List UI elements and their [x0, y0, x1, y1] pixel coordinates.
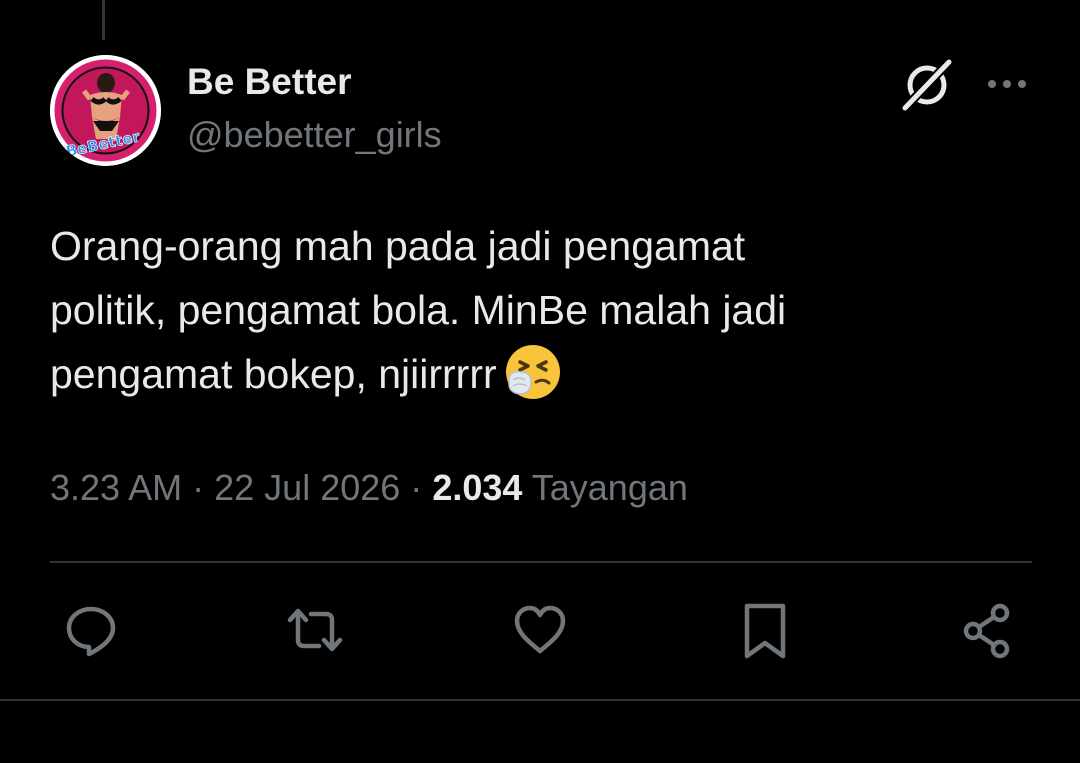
tweet-text-line-last: pengamat bokep, njiirrrrr: [50, 342, 1030, 406]
share-icon[interactable]: [958, 600, 1018, 660]
tweet-text-line: politik, pengamat bola. MinBe malah jadi: [50, 287, 787, 333]
divider: [0, 699, 1080, 701]
grok-icon[interactable]: [897, 58, 955, 112]
tweet-text: Orang-orang mah pada jadi pengamat polit…: [50, 214, 1030, 406]
author-display-name[interactable]: Be Better: [187, 58, 442, 106]
reply-icon[interactable]: [61, 600, 121, 660]
action-bar: [0, 600, 1080, 666]
author-handle[interactable]: @bebetter_girls: [187, 111, 442, 159]
tweet-time[interactable]: 3.23 AM: [50, 467, 182, 508]
thread-connector-line: [102, 0, 105, 40]
bookmark-icon[interactable]: [735, 600, 795, 660]
views-label[interactable]: Tayangan: [532, 467, 688, 508]
like-icon[interactable]: [510, 600, 570, 660]
tweet-date[interactable]: 22 Jul 2026: [214, 467, 400, 508]
avatar[interactable]: BeBetter: [50, 55, 161, 166]
more-icon[interactable]: [984, 66, 1030, 102]
meta-separator: ·: [410, 467, 423, 508]
meta-separator: ·: [192, 467, 205, 508]
author-block[interactable]: Be Better @bebetter_girls: [187, 58, 442, 159]
tweet-text-line: pengamat bokep, njiirrrrr: [50, 351, 497, 397]
avatar-image: BeBetter: [50, 55, 161, 166]
tweet-meta: 3.23 AM · 22 Jul 2026 · 2.034 Tayangan: [50, 462, 688, 514]
divider: [50, 561, 1032, 563]
views-count[interactable]: 2.034: [432, 467, 522, 508]
retweet-icon[interactable]: [285, 600, 345, 660]
sneezing-face-emoji-icon: [503, 342, 563, 402]
tweet-text-line: Orang-orang mah pada jadi pengamat: [50, 223, 746, 269]
